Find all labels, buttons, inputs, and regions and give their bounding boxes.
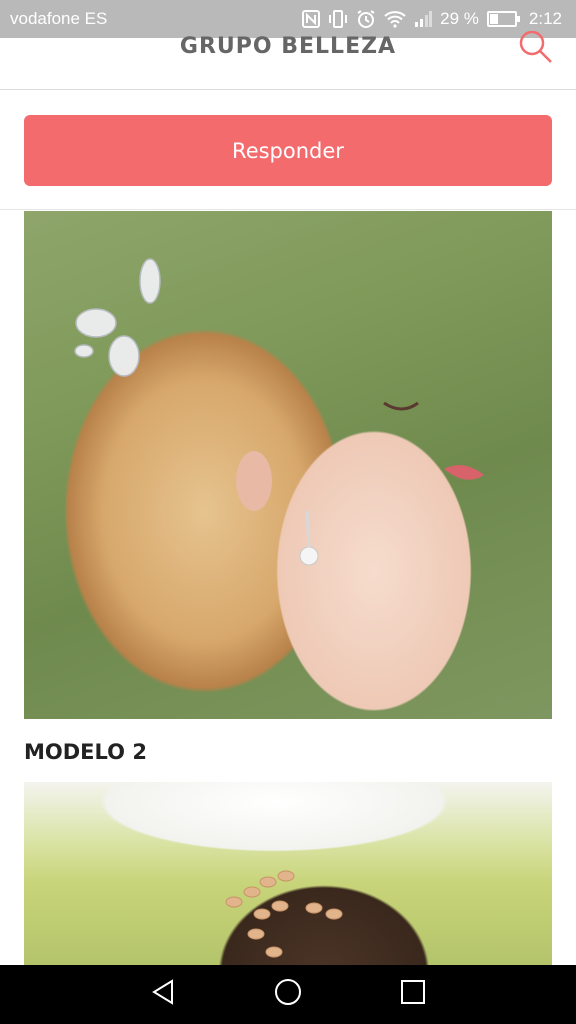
search-button[interactable] — [516, 30, 556, 70]
section-heading: MODELO 2 — [24, 740, 147, 764]
vibrate-icon — [328, 9, 348, 29]
app-header: GRUPO BELLEZA — [0, 30, 576, 90]
home-button[interactable] — [263, 970, 313, 1020]
recents-button[interactable] — [388, 970, 438, 1020]
recents-icon — [400, 979, 426, 1010]
battery-icon — [486, 9, 521, 29]
back-button[interactable] — [138, 970, 188, 1020]
page-title: GRUPO BELLEZA — [179, 34, 397, 59]
signal-icon — [414, 9, 433, 29]
wifi-icon — [384, 9, 406, 29]
reply-button[interactable]: Responder — [24, 115, 552, 186]
hairstyle-photo-1 — [24, 211, 552, 719]
nfc-icon — [302, 9, 321, 29]
battery-percent: 29 % — [440, 9, 479, 28]
carrier-label: vodafone ES — [10, 9, 108, 28]
status-bar: vodafone ES 29 % 2:12 — [0, 0, 576, 38]
reply-area: Responder — [0, 90, 576, 210]
system-nav-bar — [0, 965, 576, 1024]
clock: 2:12 — [528, 9, 562, 28]
search-icon — [517, 30, 555, 70]
back-icon — [150, 979, 176, 1010]
alarm-icon — [356, 9, 376, 29]
home-icon — [274, 978, 302, 1011]
hairstyle-photo-2 — [24, 782, 552, 965]
